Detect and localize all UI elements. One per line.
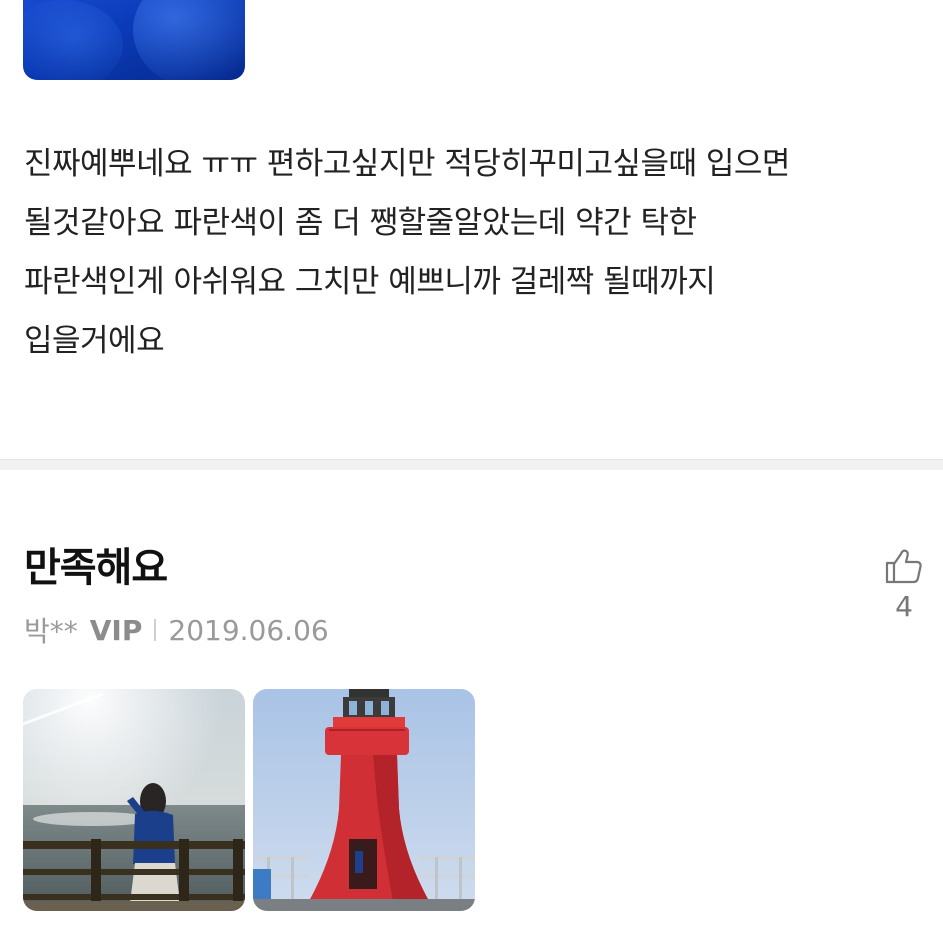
review-title: 만족해요 [24,545,168,591]
review-body-line: 진짜예뿌네요 ㅠㅠ 편하고싶지만 적당히꾸미고싶을때 입으면 [24,146,790,182]
red-lighthouse-image [253,689,475,911]
meta-divider [154,619,157,641]
photo-fabric-highlight [23,0,123,80]
sea-railing-image [23,689,245,911]
review-author: 박** [24,615,78,648]
review-photo-lighthouse[interactable] [253,689,475,911]
review-photo-sea[interactable] [23,689,245,911]
previous-review-body: 진짜예뿌네요 ㅠㅠ 편하고싶지만 적당히꾸미고싶을때 입으면 될것같아요 파란색… [24,135,919,371]
review-list-page: 진짜예뿌네요 ㅠㅠ 편하고싶지만 적당히꾸미고싶을때 입으면 될것같아요 파란색… [0,0,943,943]
previous-review-photo[interactable] [23,0,245,80]
review-body-line: 될것같아요 파란색이 좀 더 쨍할줄알았는데 약간 탁한 [24,205,697,241]
photo-fabric-fold [133,0,245,80]
review-meta: 박** VIP 2019.06.06 [24,610,329,650]
review-body-line: 파란색인게 아쉬워요 그치만 예쁘니까 걸레짝 될때까지 [24,264,716,300]
like-button[interactable]: 4 [880,548,928,623]
like-count: 4 [895,590,913,623]
review-separator [0,459,943,470]
member-grade-badge: VIP [89,613,143,647]
thumbs-up-icon [885,549,922,584]
review-date: 2019.06.06 [168,613,329,647]
review-body-line: 입을거에요 [24,323,165,359]
